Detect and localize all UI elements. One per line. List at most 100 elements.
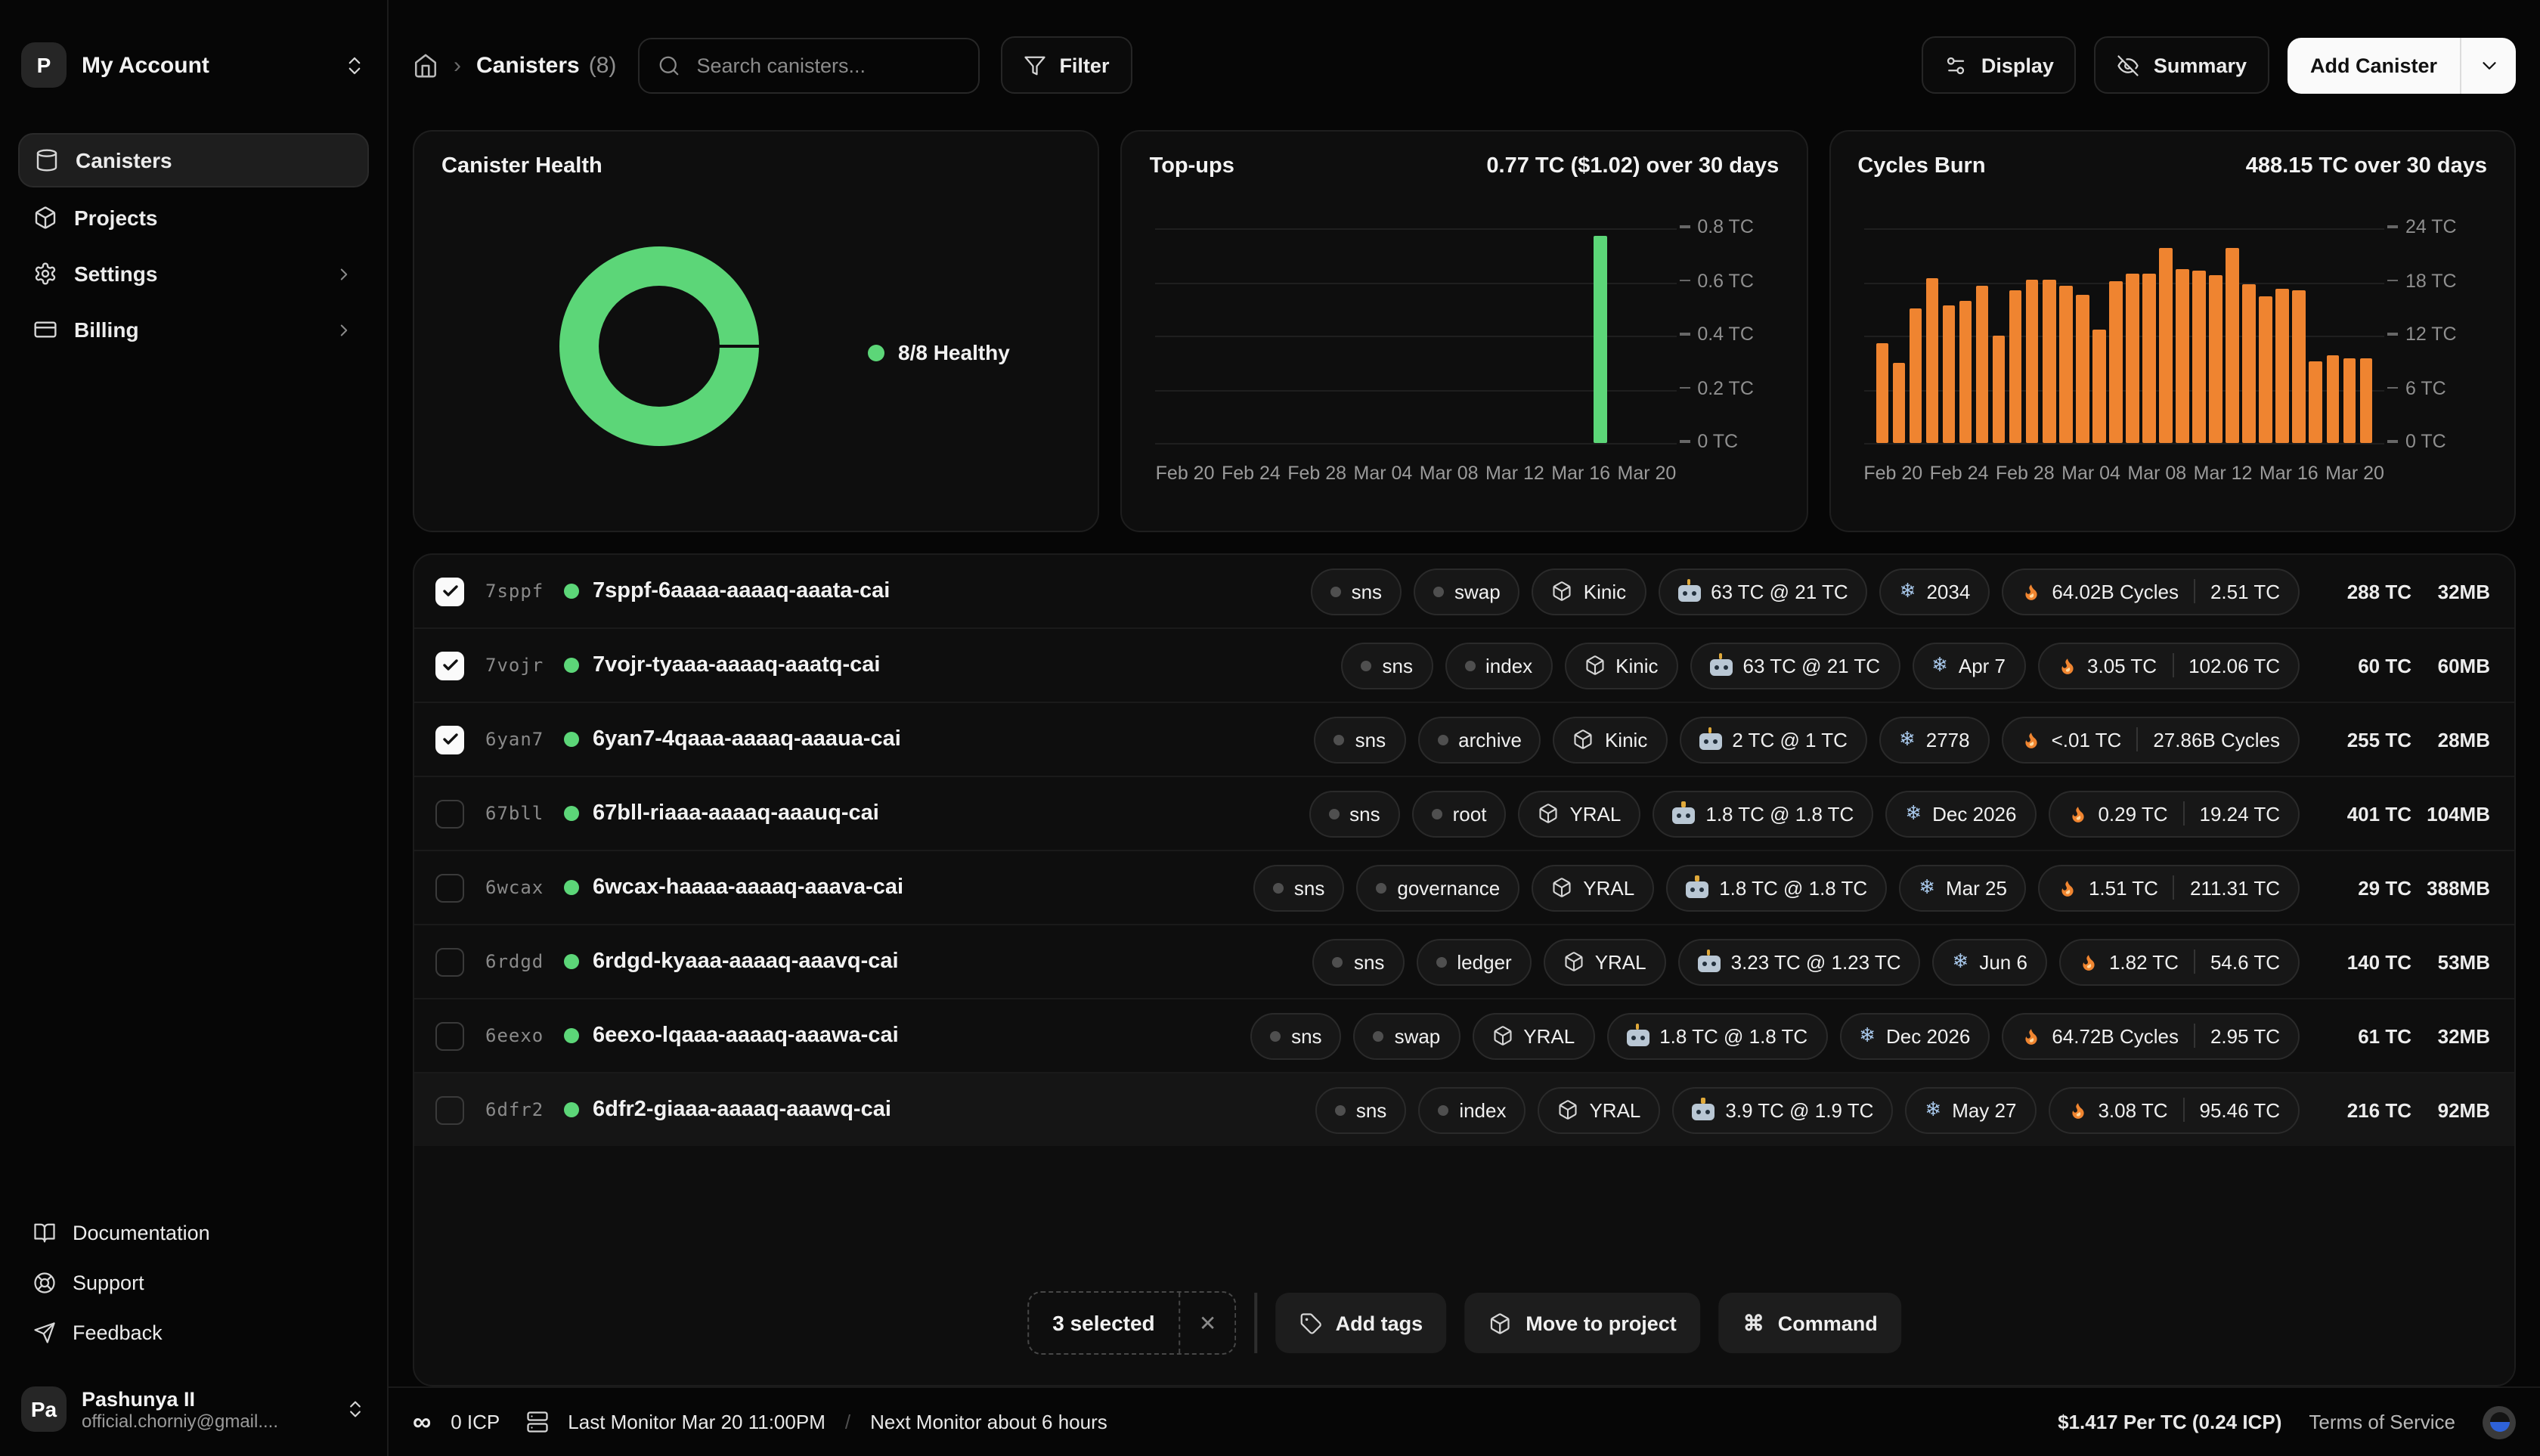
tag-pill[interactable]: sns	[1315, 716, 1405, 763]
x-tick-label: Mar 12	[1485, 463, 1544, 484]
table-row[interactable]: 7vojr 7vojr-tyaaa-aaaaq-aaatq-cai sns in…	[414, 629, 2514, 703]
project-label: YRAL	[1569, 802, 1621, 825]
tag-pill[interactable]: governance	[1356, 864, 1519, 911]
add-canister-split-button: Add Canister	[2288, 37, 2516, 93]
tag-pill[interactable]: sns	[1311, 568, 1402, 615]
project-pill[interactable]: YRAL	[1518, 790, 1640, 837]
sidebar-item-projects[interactable]: Projects	[18, 192, 369, 243]
row-checkbox[interactable]	[435, 873, 464, 902]
row-checkbox[interactable]	[435, 577, 464, 606]
add-canister-menu-button[interactable]	[2460, 37, 2516, 93]
project-pill[interactable]: YRAL	[1538, 1086, 1660, 1133]
card-title: Canister Health	[441, 154, 602, 178]
breadcrumb-page[interactable]: Canisters	[476, 52, 580, 78]
sidebar-item-canisters[interactable]: Canisters	[18, 133, 369, 187]
tag-pill[interactable]: archive	[1417, 716, 1541, 763]
add-canister-button[interactable]: Add Canister	[2288, 37, 2460, 93]
row-checkbox[interactable]	[435, 947, 464, 976]
sidebar-item-support[interactable]: Support	[18, 1259, 369, 1306]
terms-of-service-link[interactable]: Terms of Service	[2309, 1411, 2455, 1433]
x-tick-label: Mar 20	[2325, 463, 2384, 484]
tag-pill[interactable]: swap	[1414, 568, 1520, 615]
tag-pill[interactable]: sns	[1313, 938, 1404, 985]
x-tick-label: Feb 24	[1930, 463, 1989, 484]
tag-pill[interactable]: index	[1445, 642, 1552, 689]
table-row[interactable]: 7sppf 7sppf-6aaaa-aaaaq-aaata-cai sns sw…	[414, 555, 2514, 629]
tag-pill[interactable]: root	[1412, 790, 1507, 837]
row-checkbox[interactable]	[435, 725, 464, 754]
row-checkbox[interactable]	[435, 1021, 464, 1050]
topups-total: 0.77 TC ($1.02) over 30 days	[1486, 154, 1779, 178]
tag-pill[interactable]: sns	[1253, 864, 1344, 911]
snowflake-icon: ❄	[1919, 875, 1935, 900]
user-menu[interactable]: Pa Pashunya II official.chorniy@gmail...…	[0, 1368, 387, 1456]
sidebar-item-documentation[interactable]: Documentation	[18, 1210, 369, 1256]
burn-pill: 1.51 TC 211.31 TC	[2039, 864, 2300, 911]
row-checkbox[interactable]	[435, 799, 464, 828]
search-input[interactable]	[693, 52, 959, 78]
add-tags-button[interactable]: Add tags	[1275, 1293, 1448, 1353]
project-pill[interactable]: YRAL	[1472, 1012, 1594, 1059]
tag-pill[interactable]: index	[1418, 1086, 1526, 1133]
burn-bar	[2126, 273, 2139, 443]
project-label: YRAL	[1589, 1098, 1640, 1121]
clear-selection-button[interactable]: ✕	[1179, 1293, 1235, 1353]
move-to-project-button[interactable]: Move to project	[1465, 1293, 1701, 1353]
tag-dot-icon	[1334, 734, 1345, 745]
sidebar-item-billing[interactable]: Billing	[18, 304, 369, 355]
burn-bar	[2092, 330, 2105, 443]
burn-bar	[1926, 278, 1939, 443]
row-pills: sns archive Kinic 2 TC @ 1 TC ❄ 2778 <	[1315, 716, 2300, 763]
box-icon	[1489, 1312, 1512, 1334]
display-button[interactable]: Display	[1922, 36, 2077, 94]
command-button[interactable]: ⌘ Command	[1719, 1293, 1902, 1353]
burn-bar	[2309, 361, 2322, 443]
tag-pill[interactable]: sns	[1315, 1086, 1406, 1133]
summary-button[interactable]: Summary	[2095, 36, 2269, 94]
row-checkbox[interactable]	[435, 651, 464, 680]
table-row[interactable]: 6rdgd 6rdgd-kyaaa-aaaaq-aaavq-cai sns le…	[414, 925, 2514, 999]
selection-action-bar: 3 selected ✕ Add tags Move	[1027, 1291, 1902, 1355]
box-icon	[1552, 581, 1573, 602]
tag-pill[interactable]: sns	[1309, 790, 1399, 837]
filter-button[interactable]: Filter	[1000, 36, 1132, 94]
table-row[interactable]: 6dfr2 6dfr2-giaaa-aaaaq-aaawq-cai sns in…	[414, 1073, 2514, 1146]
tag-dot-icon	[1376, 882, 1386, 893]
burn-bar	[2026, 280, 2039, 443]
table-row[interactable]: 6yan7 6yan7-4qaaa-aaaaq-aaaua-cai sns ar…	[414, 703, 2514, 777]
tag-pill[interactable]: sns	[1250, 1012, 1341, 1059]
topup-rule-value: 2 TC @ 1 TC	[1732, 728, 1848, 751]
sidebar-item-label: Support	[73, 1272, 144, 1294]
memory-size: 388MB	[2411, 876, 2490, 899]
tag-pill[interactable]: ledger	[1416, 938, 1531, 985]
project-pill[interactable]: Kinic	[1553, 716, 1667, 763]
freeze-pill: ❄ Dec 2026	[1885, 790, 2036, 837]
x-tick-label: Mar 16	[1551, 463, 1610, 484]
user-email: official.chorniy@gmail....	[82, 1410, 330, 1431]
tag-dot-icon	[1438, 1104, 1448, 1115]
row-checkbox[interactable]	[435, 1095, 464, 1124]
project-pill[interactable]: Kinic	[1564, 642, 1677, 689]
search-box[interactable]	[637, 37, 979, 93]
project-pill[interactable]: YRAL	[1544, 938, 1666, 985]
sidebar-item-feedback[interactable]: Feedback	[18, 1309, 369, 1356]
sidebar-item-settings[interactable]: Settings	[18, 248, 369, 299]
selected-chip: 3 selected ✕	[1027, 1291, 1236, 1355]
burn-secondary-value: 102.06 TC	[2188, 654, 2280, 677]
project-pill[interactable]: YRAL	[1532, 864, 1654, 911]
table-row[interactable]: 6eexo 6eexo-lqaaa-aaaaq-aaawa-cai sns sw…	[414, 999, 2514, 1073]
flame-icon	[2057, 654, 2077, 677]
sidebar-item-label: Settings	[74, 262, 157, 286]
x-axis-labels: Feb 20Feb 24Feb 28Mar 04Mar 08Mar 12Mar …	[1863, 463, 2384, 484]
project-pill[interactable]: Kinic	[1532, 568, 1646, 615]
tag-pill[interactable]: sns	[1342, 642, 1433, 689]
home-icon[interactable]	[413, 52, 438, 78]
table-row[interactable]: 6wcax 6wcax-haaaa-aaaaq-aaava-cai sns go…	[414, 851, 2514, 925]
canister-short-id: 6wcax	[485, 877, 558, 898]
sidebar-item-label: Feedback	[73, 1321, 163, 1344]
table-row[interactable]: 67bll 67bll-riaaa-aaaaq-aaauq-cai sns ro…	[414, 777, 2514, 851]
gear-icon	[33, 262, 57, 286]
account-switcher[interactable]: P My Account	[0, 0, 387, 118]
row-pills: sns ledger YRAL 3.23 TC @ 1.23 TC ❄ Jun …	[1313, 938, 2300, 985]
tag-pill[interactable]: swap	[1354, 1012, 1460, 1059]
